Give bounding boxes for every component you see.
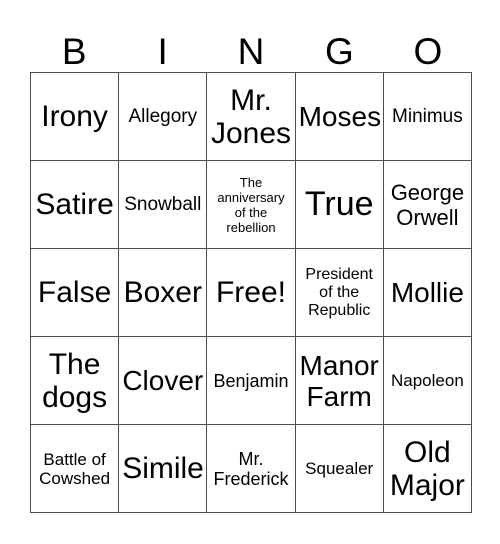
bingo-header-letter-i: I [157,31,168,72]
bingo-cell-label: George Orwell [390,179,465,230]
bingo-cell-label: Mollie [390,277,464,308]
bingo-cell-r2c3[interactable]: The anniversary of the rebellion [207,161,296,249]
bingo-cell-r2c1[interactable]: Satire [31,161,120,249]
bingo-cell-r3c5[interactable]: Mollie [383,249,472,337]
bingo-cell-label: Moses [298,101,382,132]
bingo-cell-r5c1[interactable]: Battle of Cowshed [31,425,120,513]
bingo-cell-label: Napoleon [391,371,464,390]
bingo-cell-r2c2[interactable]: Snowball [119,161,208,249]
bingo-cell-label: Minimus [392,106,463,127]
bingo-cell-r3c3[interactable]: Free! [207,249,296,337]
bingo-card: B I N G O Irony Allegory Mr. Jones Moses Min… [0,0,500,544]
bingo-cell-r4c4[interactable]: Manor Farm [295,337,384,425]
bingo-cell-label: Mr. Frederick [213,448,289,489]
bingo-header-letter-o: O [413,31,443,72]
bingo-cell-r1c1[interactable]: Irony [31,73,120,161]
bingo-cell-r4c1[interactable]: The dogs [31,337,120,425]
bingo-cell-r5c2[interactable]: Simile [119,425,208,513]
bingo-cell-label: Benjamin [213,370,289,391]
bingo-cell-r4c2[interactable]: Clover [119,337,208,425]
bingo-cell-r5c4[interactable]: Squealer [295,425,384,513]
bingo-cell-r4c3[interactable]: Benjamin [207,337,296,425]
bingo-cell-r3c1[interactable]: False [31,249,120,337]
bingo-cell-label: Satire [35,188,114,221]
bingo-cell-r1c2[interactable]: Allegory [119,73,208,161]
bingo-cell-r4c5[interactable]: Napoleon [383,337,472,425]
bingo-cell-r1c3[interactable]: Mr. Jones [207,73,296,161]
bingo-cell-label: President of the Republic [305,265,373,319]
bingo-cell-label: The dogs [42,347,108,414]
bingo-cell-label: Boxer [123,276,202,309]
bingo-cell-r5c5[interactable]: Old Major [383,425,472,513]
bingo-cell-label: Simile [122,452,204,485]
bingo-cell-label: Irony [41,100,108,133]
bingo-cell-r1c4[interactable]: Moses [295,73,384,161]
bingo-cell-label: Battle of Cowshed [39,449,111,488]
bingo-cell-r3c4[interactable]: President of the Republic [295,249,384,337]
bingo-cell-label: Mr. Jones [210,83,292,150]
bingo-header-row: B I N G O [30,14,472,72]
bingo-cell-label: Free! [215,276,286,309]
bingo-header-letter-g: G [325,31,354,72]
bingo-cell-label: Snowball [124,194,202,215]
bingo-cell-r2c5[interactable]: George Orwell [383,161,472,249]
bingo-cell-label: Old Major [389,435,465,502]
bingo-cell-label: Manor Farm [299,349,379,412]
bingo-cell-label: True [304,185,374,223]
bingo-cell-label: Clover [122,365,204,396]
bingo-cell-r5c3[interactable]: Mr. Frederick [207,425,296,513]
bingo-grid: Irony Allegory Mr. Jones Moses Minimus Satire… [30,72,472,513]
bingo-cell-label: The anniversary of the rebellion [217,174,285,235]
bingo-cell-r2c4[interactable]: True [295,161,384,249]
bingo-header-letter-n: N [237,31,265,72]
bingo-cell-label: False [37,276,112,309]
bingo-cell-label: Allegory [128,106,198,127]
bingo-cell-label: Squealer [305,459,374,478]
bingo-cell-r3c2[interactable]: Boxer [119,249,208,337]
bingo-cell-r1c5[interactable]: Minimus [383,73,472,161]
bingo-header-letter-b: B [61,31,87,72]
